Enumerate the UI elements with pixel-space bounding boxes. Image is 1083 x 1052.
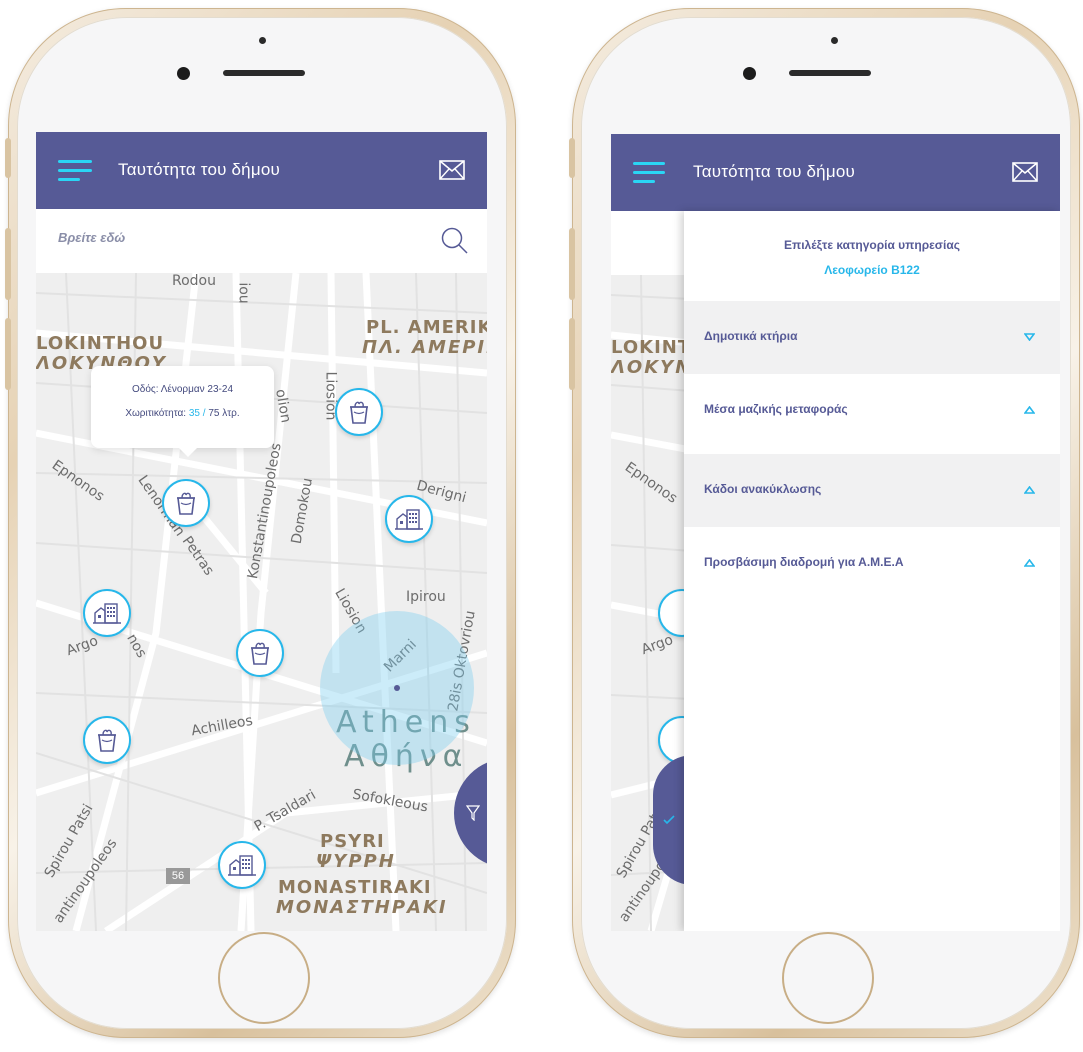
filter-icon	[466, 805, 480, 821]
drawer-subtitle: Λεοφωρείο Β122	[824, 263, 920, 277]
area-label: MONASTIRAKI	[278, 877, 432, 898]
area-label: PL. AMERIK	[366, 317, 487, 338]
category-label: Δημοτικά κτήρια	[704, 329, 798, 343]
callout-street: Οδός: Λένορμαν 23-24	[131, 384, 233, 395]
category-label: Κάδοι ανακύκλωσης	[704, 482, 822, 496]
street-label: iou	[235, 282, 252, 304]
app-bar: Ταυτότητα του δήμου	[36, 132, 487, 209]
category-row-public-transport[interactable]: Μέσα μαζικής μεταφοράς	[684, 374, 1060, 447]
area-label: PSYRI	[320, 831, 385, 852]
street-label: Ipirou	[406, 589, 446, 605]
check-icon	[663, 815, 675, 825]
search-icon[interactable]	[441, 227, 469, 260]
area-label: LOKINT	[611, 337, 692, 358]
building-icon	[228, 855, 256, 876]
hamburger-menu-icon[interactable]	[633, 162, 669, 184]
category-row-recycling-bins[interactable]: Κάδοι ανακύκλωσης	[684, 454, 1060, 527]
road-badge: 56	[166, 868, 190, 884]
screen-left: Ταυτότητα του δήμου Βρείτε εδώ Rodou iou…	[36, 132, 487, 931]
area-label: ΛΟΚΥΝ	[611, 357, 693, 378]
home-button[interactable]	[782, 932, 874, 1024]
triangle-up-icon	[1024, 559, 1035, 567]
category-drawer: Επιλέξτε κατηγορία υπηρεσίας Λεοφωρείο Β…	[684, 211, 1060, 931]
envelope-icon[interactable]	[1012, 162, 1038, 187]
trash-bin-marker[interactable]	[83, 716, 131, 764]
building-marker[interactable]	[83, 589, 131, 637]
trash-bin-marker[interactable]	[335, 388, 383, 436]
search-bar	[36, 209, 487, 273]
bin-info-callout: Οδός: Λένορμαν 23-24 Χωριτικότητα: 35 / …	[91, 366, 274, 457]
search-input[interactable]	[56, 229, 360, 246]
category-row-municipal-buildings[interactable]: Δημοτικά κτήρια	[684, 301, 1060, 374]
page-title: Ταυτότητα του δήμου	[118, 160, 280, 179]
street-label: Rodou	[172, 273, 216, 289]
map[interactable]: Rodou iou LOKINTHOU ΛΟΚΥΝΘΟΥ PL. AMERIK …	[36, 273, 487, 931]
trash-bin-marker[interactable]	[236, 629, 284, 677]
app-bar: Ταυτότητα του δήμου	[611, 134, 1060, 211]
building-marker[interactable]	[385, 495, 433, 543]
triangle-up-icon	[1024, 486, 1035, 494]
envelope-icon[interactable]	[439, 160, 465, 185]
area-label: LOKINTHOU	[36, 333, 165, 354]
trash-bin-marker[interactable]	[162, 479, 210, 527]
home-button[interactable]	[218, 932, 310, 1024]
callout-capacity: Χωριτικότητα: 35 / 75 λτρ.	[125, 408, 240, 419]
area-label: ΠΛ. ΑΜΕΡΙΚ	[362, 337, 487, 358]
area-label: ΨΥΡΡΗ	[316, 851, 396, 872]
building-icon	[395, 509, 423, 530]
building-marker[interactable]	[218, 841, 266, 889]
drawer-title: Επιλέξτε κατηγορία υπηρεσίας	[784, 238, 960, 252]
area-label: ΜΟΝΑΣΤΗΡΑΚΙ	[276, 897, 448, 918]
building-icon	[93, 603, 121, 624]
drawer-header: Επιλέξτε κατηγορία υπηρεσίας Λεοφωρείο Β…	[684, 211, 1060, 301]
trash-bin-icon	[251, 642, 269, 665]
trash-bin-icon	[350, 401, 368, 424]
trash-bin-icon	[98, 729, 116, 752]
current-location-dot	[394, 685, 400, 691]
hamburger-menu-icon[interactable]	[58, 160, 94, 182]
category-row-accessible-route[interactable]: Προσβάσιμη διαδρομή για Α.Μ.Ε.Α	[684, 527, 1060, 600]
category-label: Μέσα μαζικής μεταφοράς	[704, 402, 848, 416]
triangle-up-icon	[1024, 406, 1035, 414]
screen-right: Ταυτότητα του δήμου LOKINT ΛΟΚΥΝ Epnonos…	[611, 134, 1060, 931]
triangle-down-icon	[1024, 333, 1035, 341]
category-label: Προσβάσιμη διαδρομή για Α.Μ.Ε.Α	[704, 555, 904, 569]
page-title: Ταυτότητα του δήμου	[693, 162, 855, 181]
trash-bin-icon	[177, 492, 195, 515]
